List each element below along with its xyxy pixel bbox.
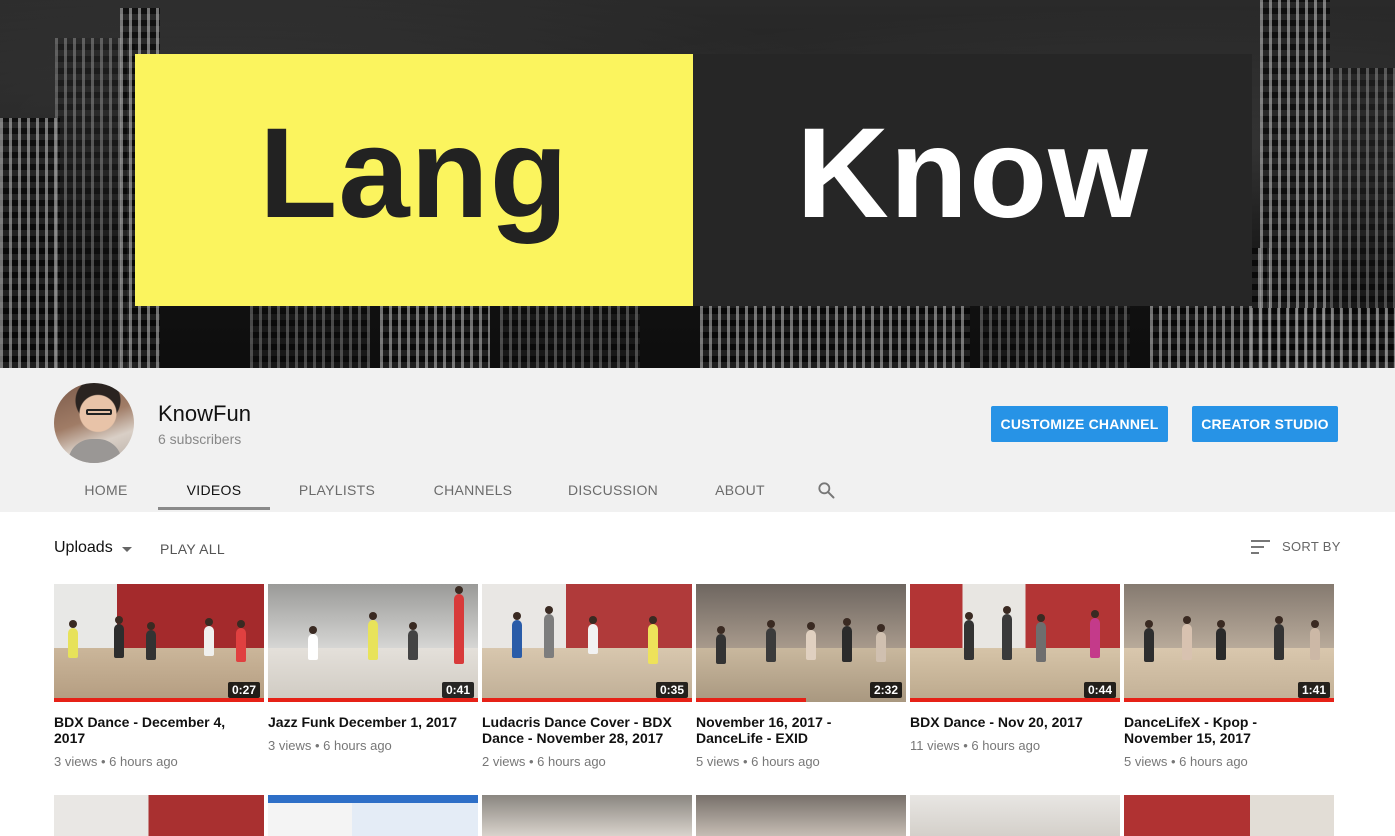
channel-tabs: HOME VIDEOS PLAYLISTS CHANNELS DISCUSSIO… [54, 468, 856, 512]
video-meta: 11 views • 6 hours ago [910, 738, 1041, 753]
channel-search-button[interactable] [796, 468, 856, 512]
tab-videos[interactable]: VIDEOS [158, 468, 270, 512]
video-duration: 1:41 [1297, 682, 1330, 698]
video-thumbnail[interactable]: 0:35 [482, 584, 692, 702]
video-thumbnail[interactable]: 0:41 [268, 584, 478, 702]
video-duration: 0:27 [227, 682, 260, 698]
tab-home-label: HOME [84, 482, 128, 498]
customize-channel-button[interactable]: CUSTOMIZE CHANNEL [991, 406, 1168, 442]
banner-logo-lang: Lang [135, 54, 693, 306]
banner-logo-left-text: Lang [259, 102, 569, 245]
play-all-button[interactable]: PLAY ALL [160, 541, 225, 557]
video-card[interactable]: 2:32 November 16, 2017 - DanceLife - EXI… [696, 584, 906, 795]
tab-about-label: ABOUT [715, 482, 765, 498]
video-card[interactable]: 0:44 BDX Dance - Nov 20, 2017 11 views •… [910, 584, 1120, 795]
banner-logo-right-text: Know [796, 102, 1149, 245]
uploads-label: Uploads [54, 539, 113, 556]
video-grid: 0:27 BDX Dance - December 4, 2017 3 view… [54, 584, 1334, 795]
video-duration: 0:41 [441, 682, 474, 698]
video-card[interactable]: 1:41 DanceLifeX - Kpop - November 15, 20… [1124, 584, 1334, 795]
video-thumbnail[interactable] [696, 795, 906, 836]
video-title[interactable]: DanceLifeX - Kpop - November 15, 2017 [1124, 714, 1324, 746]
video-title[interactable]: BDX Dance - December 4, 2017 [54, 714, 254, 746]
sort-by-label: SORT BY [1282, 538, 1341, 554]
video-meta: 5 views • 6 hours ago [696, 754, 820, 769]
video-title[interactable]: Ludacris Dance Cover - BDX Dance - Novem… [482, 714, 682, 746]
video-thumbnail[interactable] [1124, 795, 1334, 836]
tab-about[interactable]: ABOUT [684, 468, 796, 512]
channel-banner: Lang Know [0, 0, 1395, 368]
subscriber-count: 6 subscribers [158, 431, 242, 447]
video-grid-row-2 [54, 795, 1334, 836]
video-meta: 3 views • 6 hours ago [54, 754, 178, 769]
tab-videos-label: VIDEOS [186, 482, 242, 498]
video-duration: 0:44 [1083, 682, 1116, 698]
video-thumbnail[interactable] [482, 795, 692, 836]
video-card[interactable]: 0:27 BDX Dance - December 4, 2017 3 view… [54, 584, 264, 795]
banner-logo-know: Know [693, 54, 1252, 306]
video-thumbnail[interactable] [54, 795, 264, 836]
tab-discussion-label: DISCUSSION [567, 482, 659, 498]
tab-playlists[interactable]: PLAYLISTS [270, 468, 404, 512]
channel-header: KnowFun 6 subscribers CUSTOMIZE CHANNEL … [0, 368, 1395, 512]
channel-name: KnowFun [158, 401, 251, 426]
search-icon [818, 482, 835, 499]
uploads-dropdown[interactable]: Uploads [54, 539, 132, 557]
video-title[interactable]: Jazz Funk December 1, 2017 [268, 714, 468, 730]
video-thumbnail[interactable] [268, 795, 478, 836]
creator-studio-button[interactable]: CREATOR STUDIO [1192, 406, 1338, 442]
video-thumbnail[interactable]: 1:41 [1124, 584, 1334, 702]
video-thumbnail[interactable] [910, 795, 1120, 836]
video-meta: 2 views • 6 hours ago [482, 754, 606, 769]
tab-discussion[interactable]: DISCUSSION [542, 468, 684, 512]
sort-icon [1251, 538, 1271, 554]
video-meta: 3 views • 6 hours ago [268, 738, 392, 753]
video-duration: 2:32 [869, 682, 902, 698]
video-meta: 5 views • 6 hours ago [1124, 754, 1248, 769]
video-thumbnail[interactable]: 2:32 [696, 584, 906, 702]
video-duration: 0:35 [655, 682, 688, 698]
video-title[interactable]: BDX Dance - Nov 20, 2017 [910, 714, 1110, 730]
tab-channels-label: CHANNELS [433, 482, 513, 498]
tab-home[interactable]: HOME [54, 468, 158, 512]
chevron-down-icon [121, 546, 132, 552]
video-thumbnail[interactable]: 0:27 [54, 584, 264, 702]
channel-avatar[interactable] [54, 383, 134, 463]
tab-channels[interactable]: CHANNELS [404, 468, 542, 512]
video-title[interactable]: November 16, 2017 - DanceLife - EXID [696, 714, 896, 746]
video-card[interactable]: 0:35 Ludacris Dance Cover - BDX Dance - … [482, 584, 692, 795]
sort-by-button[interactable]: SORT BY [1251, 538, 1341, 554]
tab-playlists-label: PLAYLISTS [298, 482, 376, 498]
video-thumbnail[interactable]: 0:44 [910, 584, 1120, 702]
video-card[interactable]: 0:41 Jazz Funk December 1, 2017 3 views … [268, 584, 478, 795]
